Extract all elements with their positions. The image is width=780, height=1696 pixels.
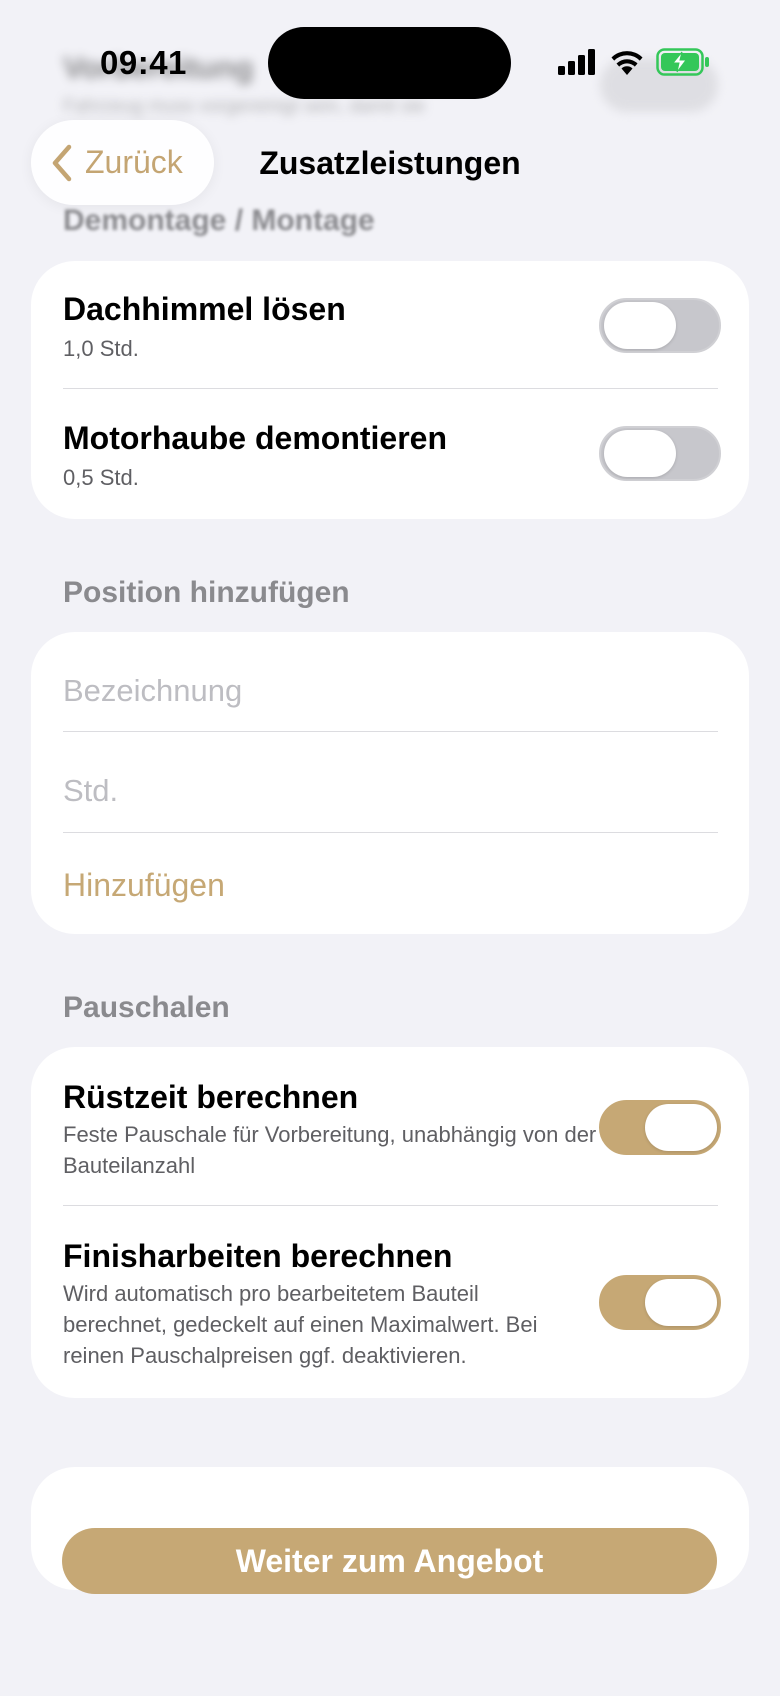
page-title: Zusatzleistungen (259, 145, 521, 181)
item-subtitle: 0,5 Std. (63, 465, 139, 490)
list-item-finisharbeiten: Finisharbeiten berechnen Wird automatisc… (31, 1205, 749, 1398)
divider (63, 832, 718, 833)
hours-input[interactable] (63, 766, 713, 816)
add-position-button[interactable]: Hinzufügen (63, 867, 225, 904)
dynamic-island (268, 27, 511, 99)
status-time: 09:41 (100, 44, 187, 81)
demontage-card: Dachhimmel lösen 1,0 Std. Motorhaube dem… (31, 261, 749, 519)
list-item-motorhaube: Motorhaube demontieren 0,5 Std. (31, 389, 749, 519)
position-card: Hinzufügen (31, 632, 749, 934)
wifi-icon (611, 51, 643, 75)
cellular-signal-icon (558, 49, 595, 75)
toggle-dachhimmel[interactable] (599, 298, 721, 353)
blurred-row-subtitle: Fahrzeug muss vorgereinigt sein, damit s… (63, 96, 426, 117)
toggle-motorhaube[interactable] (599, 426, 721, 481)
item-subtitle: 1,0 Std. (63, 336, 139, 361)
section-header-pauschalen: Pauschalen (63, 991, 230, 1024)
item-title: Rüstzeit berechnen (63, 1079, 359, 1115)
status-icons (558, 48, 710, 76)
divider (63, 731, 718, 732)
toggle-ruestzeit[interactable] (599, 1100, 721, 1155)
cta-card: Weiter zum Angebot (31, 1467, 749, 1594)
pauschalen-card: Rüstzeit berechnen Feste Pauschale für V… (31, 1047, 749, 1398)
section-header-demontage: Demontage / Montage (63, 204, 375, 237)
list-item-dachhimmel: Dachhimmel lösen 1,0 Std. (31, 261, 749, 389)
name-input[interactable] (63, 666, 713, 716)
continue-to-offer-button[interactable]: Weiter zum Angebot (62, 1528, 717, 1594)
item-title: Finisharbeiten berechnen (63, 1238, 453, 1274)
toggle-finisharbeiten[interactable] (599, 1275, 721, 1330)
item-subtitle: Wird automatisch pro bearbeitetem Bautei… (63, 1281, 538, 1368)
battery-charging-icon (656, 48, 709, 76)
section-header-position: Position hinzufügen (63, 576, 350, 609)
item-title: Motorhaube demontieren (63, 420, 448, 456)
list-item-ruestzeit: Rüstzeit berechnen Feste Pauschale für V… (31, 1047, 749, 1205)
item-subtitle: Feste Pauschale für Vorbereitung, unabhä… (63, 1122, 597, 1178)
item-title: Dachhimmel lösen (63, 291, 346, 327)
